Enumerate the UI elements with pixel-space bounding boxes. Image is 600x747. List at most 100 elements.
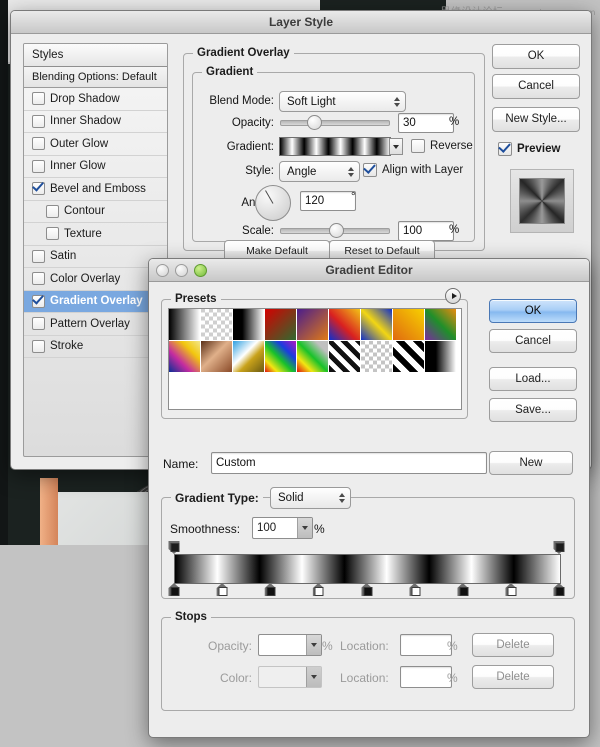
color-stop-marker[interactable] bbox=[505, 583, 516, 596]
preset-swatch[interactable] bbox=[201, 309, 233, 341]
gradient-preview-swatch[interactable] bbox=[279, 137, 391, 156]
color-stop-marker[interactable] bbox=[457, 583, 468, 596]
smoothness-stepper-icon[interactable] bbox=[297, 518, 312, 538]
angle-input[interactable]: 120 bbox=[300, 191, 356, 211]
preset-swatch[interactable] bbox=[361, 341, 393, 373]
opacity-stop-input[interactable] bbox=[258, 634, 322, 656]
preset-swatch[interactable] bbox=[393, 341, 425, 373]
align-with-layer-checkbox[interactable]: Align with Layer bbox=[363, 163, 463, 177]
preset-swatch[interactable] bbox=[425, 309, 457, 341]
location-opacity-input[interactable] bbox=[400, 634, 452, 656]
preset-swatch[interactable] bbox=[329, 309, 361, 341]
presets-options-gear[interactable] bbox=[445, 288, 461, 304]
preset-swatch[interactable] bbox=[297, 309, 329, 341]
preset-swatch[interactable] bbox=[329, 341, 361, 373]
load-button[interactable]: Load... bbox=[489, 367, 577, 391]
preset-swatch[interactable] bbox=[265, 341, 297, 373]
effect-checkbox[interactable] bbox=[32, 317, 45, 330]
preset-swatch[interactable] bbox=[297, 341, 329, 373]
styles-header-label: Styles bbox=[32, 49, 63, 61]
name-input[interactable]: Custom bbox=[211, 452, 487, 474]
angle-dial[interactable] bbox=[255, 185, 291, 221]
preset-swatch[interactable] bbox=[393, 309, 425, 341]
preset-swatch[interactable] bbox=[169, 309, 201, 341]
opacity-input[interactable]: 30 bbox=[398, 113, 454, 133]
effect-checkbox[interactable] bbox=[32, 182, 45, 195]
delete-opacity-stop-button[interactable]: Delete bbox=[472, 633, 554, 657]
preset-swatch[interactable] bbox=[169, 341, 201, 373]
color-stop-marker[interactable] bbox=[265, 583, 276, 596]
scale-slider[interactable] bbox=[280, 223, 390, 237]
color-stop-marker[interactable] bbox=[313, 583, 324, 596]
style-select[interactable]: Angle bbox=[279, 161, 360, 182]
preset-swatch[interactable] bbox=[233, 341, 265, 373]
sidebar-item-label: Inner Shadow bbox=[50, 115, 121, 127]
effect-checkbox[interactable] bbox=[32, 137, 45, 150]
styles-header[interactable]: Styles bbox=[24, 44, 167, 67]
scale-slider-knob[interactable] bbox=[329, 223, 344, 238]
color-stop-marker[interactable] bbox=[361, 583, 372, 596]
effect-checkbox[interactable] bbox=[32, 160, 45, 173]
color-stop-marker[interactable] bbox=[409, 583, 420, 596]
layer-style-titlebar[interactable]: Layer Style bbox=[11, 11, 591, 34]
smoothness-input[interactable]: 100 bbox=[252, 517, 313, 539]
effect-checkbox[interactable] bbox=[32, 92, 45, 105]
sidebar-item-pattern-overlay[interactable]: Pattern Overlay bbox=[24, 313, 167, 336]
gradient-picker-arrow-icon[interactable] bbox=[389, 138, 403, 155]
color-stop-marker[interactable] bbox=[169, 583, 180, 596]
delete-color-stop-button[interactable]: Delete bbox=[472, 665, 554, 689]
preset-swatch[interactable] bbox=[201, 341, 233, 373]
sidebar-item-outer-glow[interactable]: Outer Glow bbox=[24, 133, 167, 156]
scale-input[interactable]: 100 bbox=[398, 221, 454, 241]
blending-options-row[interactable]: Blending Options: Default bbox=[24, 67, 167, 88]
preview-checkbox[interactable]: Preview bbox=[498, 142, 560, 156]
cancel-button[interactable]: Cancel bbox=[492, 74, 580, 99]
effect-checkbox[interactable] bbox=[32, 250, 45, 263]
new-button[interactable]: New bbox=[489, 451, 573, 475]
sidebar-item-inner-glow[interactable]: Inner Glow bbox=[24, 156, 167, 179]
opacity-slider-knob[interactable] bbox=[307, 115, 322, 130]
effect-checkbox[interactable] bbox=[32, 340, 45, 353]
sidebar-item-texture[interactable]: Texture bbox=[24, 223, 167, 246]
color-stop-marker[interactable] bbox=[554, 583, 565, 596]
sidebar-item-stroke[interactable]: Stroke bbox=[24, 336, 167, 359]
effect-checkbox[interactable] bbox=[32, 115, 45, 128]
sidebar-item-contour[interactable]: Contour bbox=[24, 201, 167, 224]
sidebar-item-satin[interactable]: Satin bbox=[24, 246, 167, 269]
blend-mode-value: Soft Light bbox=[287, 96, 336, 108]
opacity-slider[interactable] bbox=[280, 115, 390, 129]
preset-swatch[interactable] bbox=[361, 309, 393, 341]
save-button[interactable]: Save... bbox=[489, 398, 577, 422]
gradient-edit-bar[interactable] bbox=[174, 554, 561, 584]
sidebar-item-inner-shadow[interactable]: Inner Shadow bbox=[24, 111, 167, 134]
gradient-type-select[interactable]: Solid bbox=[270, 487, 351, 509]
sidebar-item-gradient-overlay[interactable]: Gradient Overlay bbox=[24, 291, 167, 314]
opacity-stop-marker[interactable] bbox=[554, 541, 565, 554]
gradient-editor-titlebar[interactable]: Gradient Editor bbox=[149, 259, 589, 282]
location-color-input[interactable] bbox=[400, 666, 452, 688]
opacity-stop-marker[interactable] bbox=[169, 541, 180, 554]
effect-checkbox[interactable] bbox=[46, 205, 59, 218]
color-stop-marker[interactable] bbox=[217, 583, 228, 596]
gradient-editor-cancel-button[interactable]: Cancel bbox=[489, 329, 577, 353]
color-stop-swatch[interactable] bbox=[258, 666, 322, 688]
color-stop-picker-icon[interactable] bbox=[306, 667, 321, 687]
effect-checkbox[interactable] bbox=[32, 272, 45, 285]
opacity-value: 30 bbox=[403, 117, 416, 129]
presets-well[interactable] bbox=[168, 308, 462, 410]
sidebar-item-bevel-and-emboss[interactable]: Bevel and Emboss bbox=[24, 178, 167, 201]
blend-mode-select[interactable]: Soft Light bbox=[279, 91, 406, 112]
sidebar-item-drop-shadow[interactable]: Drop Shadow bbox=[24, 88, 167, 111]
opacity-stop-stepper-icon[interactable] bbox=[306, 635, 321, 655]
sidebar-item-color-overlay[interactable]: Color Overlay bbox=[24, 268, 167, 291]
effect-checkbox[interactable] bbox=[32, 295, 45, 308]
preset-swatch[interactable] bbox=[265, 309, 297, 341]
preset-swatch[interactable] bbox=[425, 341, 457, 373]
new-style-button[interactable]: New Style... bbox=[492, 107, 580, 132]
ok-button[interactable]: OK bbox=[492, 44, 580, 69]
reverse-checkbox[interactable]: Reverse bbox=[411, 139, 473, 153]
gradient-editor-ok-button[interactable]: OK bbox=[489, 299, 577, 323]
effect-checkbox[interactable] bbox=[46, 227, 59, 240]
preset-swatch[interactable] bbox=[233, 309, 265, 341]
checkmark-icon bbox=[32, 180, 44, 192]
